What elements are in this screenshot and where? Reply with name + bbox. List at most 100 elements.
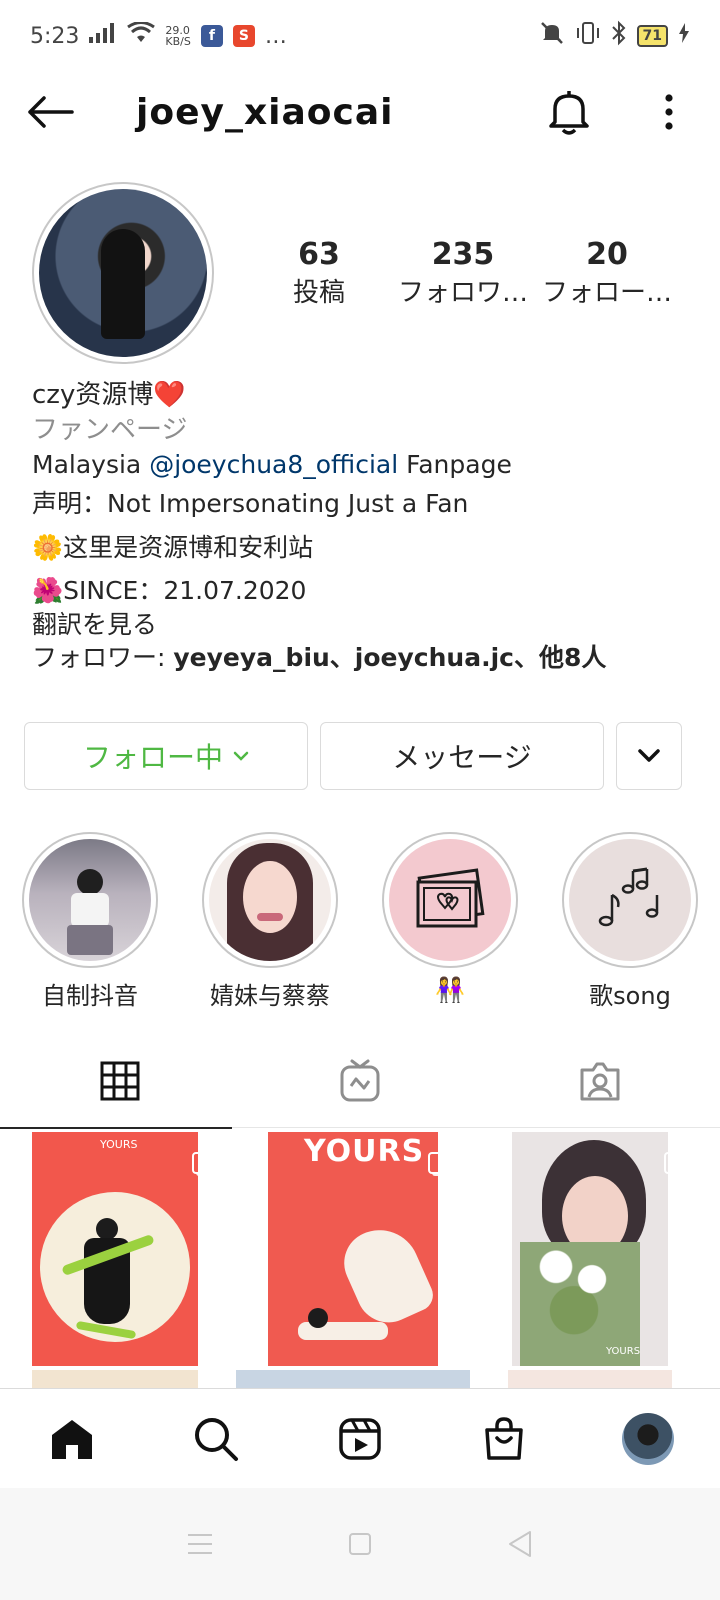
carousel-icon — [428, 1152, 450, 1174]
nav-shop[interactable] — [469, 1404, 539, 1474]
status-bar: 5:23 29.0 KB/S f S … 71 — [0, 0, 720, 72]
story-highlights: 自制抖音 婧妹与蔡蔡 👭 歌song — [22, 832, 698, 1012]
post-thumbnail[interactable]: YOURS — [0, 1132, 240, 1366]
followed-by-prefix: フォロワー: — [32, 643, 174, 673]
nav-home[interactable] — [37, 1404, 107, 1474]
back-button[interactable] — [26, 82, 86, 142]
stat-posts-label: 投稿 — [292, 278, 345, 308]
notifications-button[interactable] — [544, 87, 594, 137]
bottom-nav — [0, 1388, 720, 1488]
tab-posts-grid[interactable] — [0, 1034, 240, 1129]
tab-tagged[interactable] — [480, 1034, 720, 1128]
reels-icon — [339, 1417, 381, 1460]
bio-category: ファンページ — [32, 414, 188, 445]
post-caption: YOURS — [100, 1138, 138, 1151]
stat-posts[interactable]: 63 投稿 — [254, 237, 384, 309]
recent-apps-button[interactable] — [175, 1519, 225, 1569]
post-thumbnail-partial[interactable] — [32, 1370, 198, 1388]
nav-search[interactable] — [181, 1404, 251, 1474]
back-system-button[interactable] — [495, 1519, 545, 1569]
profile-avatar-ring[interactable] — [32, 182, 214, 364]
bio-name: czy资源博❤️ — [32, 380, 186, 410]
triangle-back-icon — [509, 1531, 531, 1557]
igtv-icon — [340, 1059, 380, 1102]
message-label: メッセージ — [392, 741, 532, 774]
mute-icon — [539, 20, 565, 52]
post-thumbnail-partial[interactable] — [236, 1370, 470, 1388]
profile-bio: czy资源博❤️ ファンページ Malaysia @joeychua8_offi… — [32, 378, 692, 675]
charging-icon — [678, 23, 690, 49]
shopping-bag-icon — [485, 1416, 523, 1460]
more-notifications: … — [264, 23, 287, 49]
bio-line-3: 🌼这里是资源博和安利站 — [32, 532, 314, 562]
app-header: joey_xiaocai — [0, 72, 720, 152]
more-vertical-icon — [665, 94, 673, 130]
battery-indicator: 71 — [636, 25, 668, 47]
stat-followers[interactable]: 235 フォロワ… — [398, 237, 528, 309]
stat-following[interactable]: 20 フォロー… — [542, 237, 672, 309]
post-thumbnail[interactable]: YOURS — [480, 1132, 720, 1366]
bell-icon — [549, 91, 589, 135]
highlight-ring — [562, 832, 698, 968]
music-notes-icon — [598, 867, 659, 927]
followed-by[interactable]: フォロワー: yeyeya_biu、joeychua.jc、他8人 — [32, 641, 692, 675]
menu-icon — [188, 1534, 212, 1554]
heart-photos-icon — [416, 868, 485, 928]
nav-reels[interactable] — [325, 1404, 395, 1474]
bio-line-4: 🌺SINCE：21.07.2020 — [32, 576, 307, 606]
grid-icon — [100, 1061, 140, 1101]
home-icon — [52, 1419, 92, 1459]
shopee-icon: S — [232, 25, 255, 47]
search-icon — [195, 1417, 238, 1461]
nav-profile[interactable] — [613, 1404, 683, 1474]
profile-username: joey_xiaocai — [136, 91, 394, 133]
highlight-ring — [22, 832, 158, 968]
stat-followers-label: フォロワ… — [398, 278, 528, 308]
square-icon — [349, 1533, 371, 1555]
profile-stats: 63 投稿 235 フォロワ… 20 フォロー… — [254, 182, 692, 364]
following-button[interactable]: フォロー中 — [24, 722, 308, 790]
profile-summary: 63 投稿 235 フォロワ… 20 フォロー… — [32, 182, 692, 364]
stat-following-value: 20 — [586, 237, 628, 272]
bluetooth-icon — [611, 20, 627, 52]
vibrate-icon — [575, 21, 601, 51]
bio-line-2: 声明：Not Impersonating Just a Fan — [32, 489, 469, 519]
highlight-item[interactable]: 歌song — [562, 832, 698, 1012]
profile-avatar — [39, 189, 207, 357]
profile-tabs — [0, 1034, 720, 1129]
chevron-down-icon — [233, 751, 249, 761]
tab-igtv[interactable] — [240, 1034, 480, 1128]
post-thumbnail-partial[interactable] — [508, 1370, 672, 1388]
wifi-icon — [127, 21, 156, 50]
arrow-left-icon — [28, 96, 74, 128]
message-button[interactable]: メッセージ — [320, 722, 604, 790]
signal-icon — [89, 23, 117, 49]
status-time: 5:23 — [30, 23, 80, 49]
stat-followers-value: 235 — [431, 237, 495, 272]
chevron-down-icon — [638, 749, 660, 762]
bio-line-1-suffix: Fanpage — [398, 449, 512, 479]
suggested-accounts-button[interactable] — [616, 722, 682, 790]
profile-actions: フォロー中 メッセージ — [24, 722, 684, 790]
highlight-label: 婧妹与蔡蔡 — [210, 982, 330, 1010]
highlight-cover — [389, 839, 511, 961]
bio-line-1-prefix: Malaysia — [32, 449, 150, 479]
translate-link[interactable]: 翻訳を見る — [32, 608, 692, 642]
highlight-label: 自制抖音 — [42, 982, 138, 1010]
highlight-label: 👭 — [435, 976, 465, 1004]
highlight-cover — [209, 839, 331, 961]
tagged-icon — [580, 1062, 620, 1101]
post-thumbnail[interactable]: YOURS — [240, 1132, 480, 1366]
options-button[interactable] — [644, 87, 694, 137]
home-system-button[interactable] — [335, 1519, 385, 1569]
carousel-icon — [192, 1152, 214, 1174]
highlight-item[interactable]: 自制抖音 — [22, 832, 158, 1012]
highlight-cover — [569, 839, 691, 961]
highlight-item[interactable]: 👭 — [382, 832, 518, 1012]
bio-line-1: Malaysia @joeychua8_official Fanpage — [32, 448, 692, 482]
followed-by-names: yeyeya_biu、joeychua.jc、他8人 — [173, 643, 607, 673]
highlight-ring — [202, 832, 338, 968]
highlight-ring — [382, 832, 518, 968]
highlight-item[interactable]: 婧妹与蔡蔡 — [202, 832, 338, 1012]
bio-mention-link[interactable]: @joeychua8_official — [149, 450, 398, 479]
